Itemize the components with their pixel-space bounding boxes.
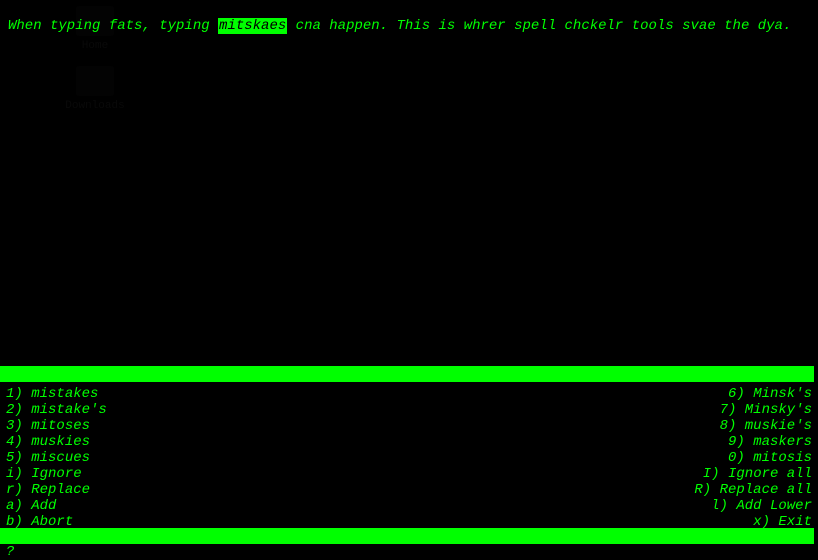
command-option-ignore-all[interactable]: I) Ignore all <box>703 466 812 482</box>
suggestion-option[interactable]: 0) mitosis <box>728 450 812 466</box>
spellcheck-text-line: When typing fats, typing mitskaes cna ha… <box>8 18 791 34</box>
desktop-icon-label: Home <box>60 40 130 52</box>
text-pre: When typing fats, typing <box>8 18 218 34</box>
desktop-icon-label: Downloads <box>60 100 130 112</box>
command-option-ignore[interactable]: i) Ignore <box>6 466 82 482</box>
suggestion-option[interactable]: 5) miscues <box>6 450 90 466</box>
misspelled-word: mitskaes <box>218 18 287 34</box>
separator-bar <box>0 528 814 544</box>
suggestion-option[interactable]: 2) mistake's <box>6 402 107 418</box>
suggestion-option[interactable]: 7) Minsky's <box>720 402 812 418</box>
command-option-replace[interactable]: r) Replace <box>6 482 90 498</box>
suggestion-option[interactable]: 1) mistakes <box>6 386 98 402</box>
command-option-add-lower[interactable]: l) Add Lower <box>711 498 812 514</box>
suggestion-option[interactable]: 6) Minsk's <box>728 386 812 402</box>
folder-icon <box>76 66 114 96</box>
text-post: cna happen. This is whrer spell chckelr … <box>287 18 791 34</box>
suggestion-option[interactable]: 9) maskers <box>728 434 812 450</box>
command-option-replace-all[interactable]: R) Replace all <box>694 482 812 498</box>
input-prompt[interactable]: ? <box>6 544 14 560</box>
desktop-icon-downloads: Downloads <box>60 66 130 112</box>
suggestion-option[interactable]: 4) muskies <box>6 434 90 450</box>
separator-bar <box>0 366 814 382</box>
suggestion-option[interactable]: 8) muskie's <box>720 418 812 434</box>
suggestion-option[interactable]: 3) mitoses <box>6 418 90 434</box>
options-panel: 1) mistakes 6) Minsk's 2) mistake's 7) M… <box>6 386 812 530</box>
command-option-add[interactable]: a) Add <box>6 498 56 514</box>
